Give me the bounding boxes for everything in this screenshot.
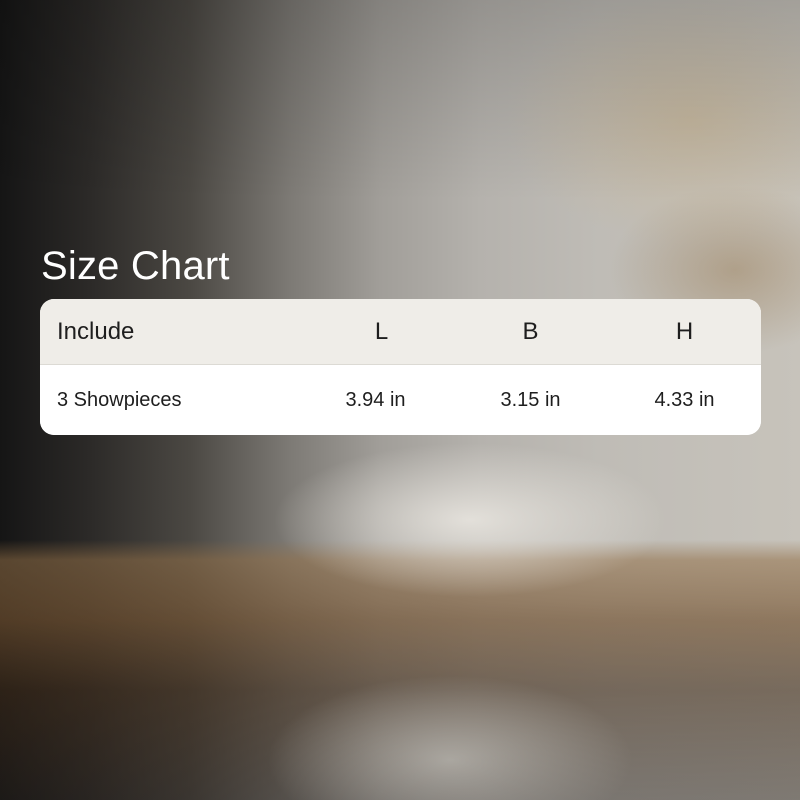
column-header-length: L bbox=[374, 317, 389, 345]
column-header-height: H bbox=[675, 317, 694, 345]
column-header-include: Include bbox=[57, 317, 135, 345]
size-chart-table: Include L B H 3 Showpieces 3.94 in 3.15 … bbox=[40, 299, 761, 435]
cell-height: 4.33 in bbox=[654, 388, 715, 411]
cell-breadth: 3.15 in bbox=[500, 388, 561, 411]
table-row: 3 Showpieces 3.94 in 3.15 in 4.33 in bbox=[40, 365, 761, 435]
cell-include: 3 Showpieces bbox=[57, 388, 182, 411]
column-header-breadth: B bbox=[522, 317, 539, 345]
table-header-row: Include L B H bbox=[40, 299, 761, 365]
page-title: Size Chart bbox=[41, 244, 230, 288]
cell-length: 3.94 in bbox=[345, 388, 406, 411]
